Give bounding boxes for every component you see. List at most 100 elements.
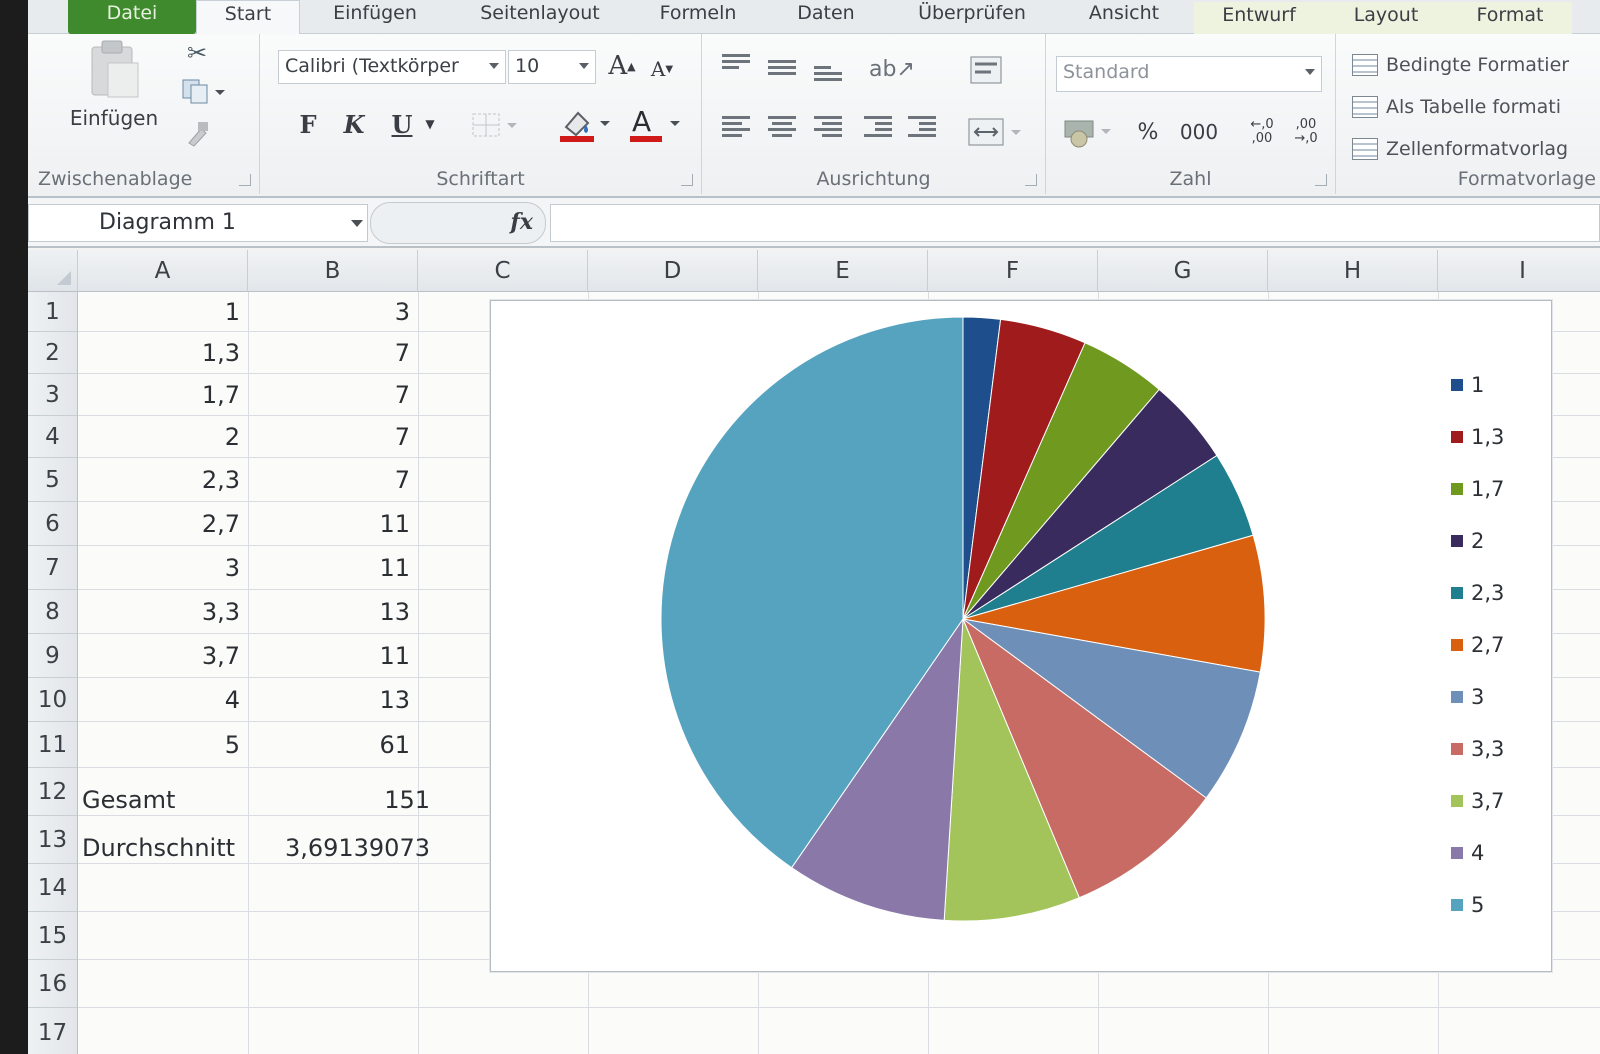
column-header-h[interactable]: H (1268, 250, 1438, 292)
cell-a3[interactable]: 1,7 (78, 374, 248, 416)
column-header-c[interactable]: C (418, 250, 588, 292)
row-header-7[interactable]: 7 (28, 546, 78, 590)
cell-a2[interactable]: 1,3 (78, 332, 248, 374)
percent-button[interactable]: % (1130, 114, 1166, 150)
paste-icon[interactable] (84, 36, 144, 100)
cell-a8[interactable]: 3,3 (78, 590, 248, 634)
decrease-decimal-button[interactable]: ,00 →,0 (1286, 112, 1326, 152)
cell-b9[interactable]: 11 (248, 634, 418, 678)
grow-font-icon[interactable]: A ▲ (604, 48, 640, 84)
increase-indent-icon[interactable] (908, 116, 936, 138)
font-name-dropdown[interactable]: Calibri (Textkörper (278, 50, 506, 84)
font-launcher-icon[interactable] (681, 174, 693, 186)
border-icon[interactable] (466, 108, 522, 142)
row-header-11[interactable]: 11 (28, 722, 78, 768)
tab-ansicht[interactable]: Ansicht (1058, 0, 1190, 34)
clipboard-launcher-icon[interactable] (239, 174, 251, 186)
format-painter-icon[interactable] (180, 118, 214, 148)
cell-a11[interactable]: 5 (78, 722, 248, 768)
thousands-separator-button[interactable]: 000 (1174, 114, 1224, 150)
column-header-f[interactable]: F (928, 250, 1098, 292)
cell-a6[interactable]: 2,7 (78, 502, 248, 546)
cell-a10[interactable]: 4 (78, 678, 248, 722)
cut-icon[interactable]: ✂ (180, 38, 214, 68)
align-top-icon[interactable] (722, 54, 750, 76)
merge-center-icon[interactable] (964, 112, 1028, 152)
format-as-table-button[interactable]: Als Tabelle formati (1352, 96, 1561, 118)
legend-entry[interactable]: 3 (1451, 671, 1551, 723)
conditional-formatting-button[interactable]: Bedingte Formatier (1352, 54, 1569, 76)
copy-icon[interactable] (176, 76, 230, 106)
cell-b13[interactable]: 3,69139073 (248, 824, 438, 872)
underline-dropdown-icon[interactable]: ▼ (420, 108, 440, 140)
cell-a1[interactable]: 1 (78, 292, 248, 332)
font-color-icon[interactable]: A (624, 104, 686, 144)
alignment-launcher-icon[interactable] (1025, 174, 1037, 186)
row-header-3[interactable]: 3 (28, 374, 78, 416)
cell-a4[interactable]: 2 (78, 416, 248, 458)
tab-datei[interactable]: Datei (68, 0, 196, 34)
underline-button[interactable]: U (384, 106, 420, 142)
tab-entwurf[interactable]: Entwurf (1194, 2, 1324, 36)
align-left-icon[interactable] (722, 116, 750, 138)
pie-chart[interactable]: 1 1,3 1,7 2 2,3 2,7 3 3,3 3,7 4 5 (490, 300, 1552, 972)
cell-b1[interactable]: 3 (248, 292, 418, 332)
cell-b6[interactable]: 11 (248, 502, 418, 546)
worksheet-grid[interactable]: ABCDEFGHI 1 2 3 4 5 6 7 8 9 10 11 12 13 14 15 16 17 Gesa… (28, 250, 1600, 1054)
legend-entry[interactable]: 1 (1451, 359, 1551, 411)
column-header-b[interactable]: B (248, 250, 418, 292)
row-header-16[interactable]: 16 (28, 960, 78, 1008)
row-header-6[interactable]: 6 (28, 502, 78, 546)
cell-a5[interactable]: 2,3 (78, 458, 248, 502)
row-header-5[interactable]: 5 (28, 458, 78, 502)
chart-legend[interactable]: 1 1,3 1,7 2 2,3 2,7 3 3,3 3,7 4 5 (1451, 359, 1551, 931)
legend-entry[interactable]: 1,3 (1451, 411, 1551, 463)
legend-entry[interactable]: 5 (1451, 879, 1551, 931)
row-header-9[interactable]: 9 (28, 634, 78, 678)
legend-entry[interactable]: 3,7 (1451, 775, 1551, 827)
italic-button[interactable]: K (336, 106, 372, 142)
legend-entry[interactable]: 3,3 (1451, 723, 1551, 775)
align-center-icon[interactable] (768, 116, 796, 138)
row-header-12[interactable]: 12 (28, 768, 78, 816)
fill-color-icon[interactable] (554, 104, 616, 144)
row-header-10[interactable]: 10 (28, 678, 78, 722)
column-header-e[interactable]: E (758, 250, 928, 292)
tab-seitenlayout[interactable]: Seitenlayout (450, 0, 630, 34)
cell-b5[interactable]: 7 (248, 458, 418, 502)
column-header-g[interactable]: G (1098, 250, 1268, 292)
orientation-icon[interactable]: ab↗ (866, 52, 918, 86)
pie-plot-area[interactable] (491, 301, 1431, 973)
tab-daten[interactable]: Daten (766, 0, 886, 34)
row-header-13[interactable]: 13 (28, 816, 78, 864)
align-bottom-icon[interactable] (814, 66, 842, 88)
cell-b7[interactable]: 11 (248, 546, 418, 590)
legend-entry[interactable]: 1,7 (1451, 463, 1551, 515)
row-header-2[interactable]: 2 (28, 332, 78, 374)
tab-layout[interactable]: Layout (1324, 2, 1448, 36)
name-box[interactable]: Diagramm 1 (28, 204, 368, 242)
cell-b8[interactable]: 13 (248, 590, 418, 634)
cell-a12[interactable]: Gesamt (78, 776, 248, 824)
fx-icon[interactable]: fx (510, 209, 533, 235)
tab-einfuegen[interactable]: Einfügen (300, 0, 450, 34)
row-header-15[interactable]: 15 (28, 912, 78, 960)
cell-b10[interactable]: 13 (248, 678, 418, 722)
column-header-i[interactable]: I (1438, 250, 1600, 292)
decrease-indent-icon[interactable] (864, 116, 892, 138)
tab-start[interactable]: Start (196, 0, 300, 36)
row-header-8[interactable]: 8 (28, 590, 78, 634)
legend-entry[interactable]: 2,7 (1451, 619, 1551, 671)
row-header-17[interactable]: 17 (28, 1008, 78, 1054)
column-header-a[interactable]: A (78, 250, 248, 292)
bold-button[interactable]: F (290, 106, 326, 142)
number-launcher-icon[interactable] (1315, 174, 1327, 186)
row-header-14[interactable]: 14 (28, 864, 78, 912)
shrink-font-icon[interactable]: A ▼ (644, 52, 680, 86)
accounting-format-icon[interactable] (1060, 114, 1116, 150)
paste-button[interactable]: Einfügen (58, 104, 170, 132)
cell-a9[interactable]: 3,7 (78, 634, 248, 678)
cell-b3[interactable]: 7 (248, 374, 418, 416)
formula-input[interactable] (550, 204, 1600, 242)
row-header-4[interactable]: 4 (28, 416, 78, 458)
